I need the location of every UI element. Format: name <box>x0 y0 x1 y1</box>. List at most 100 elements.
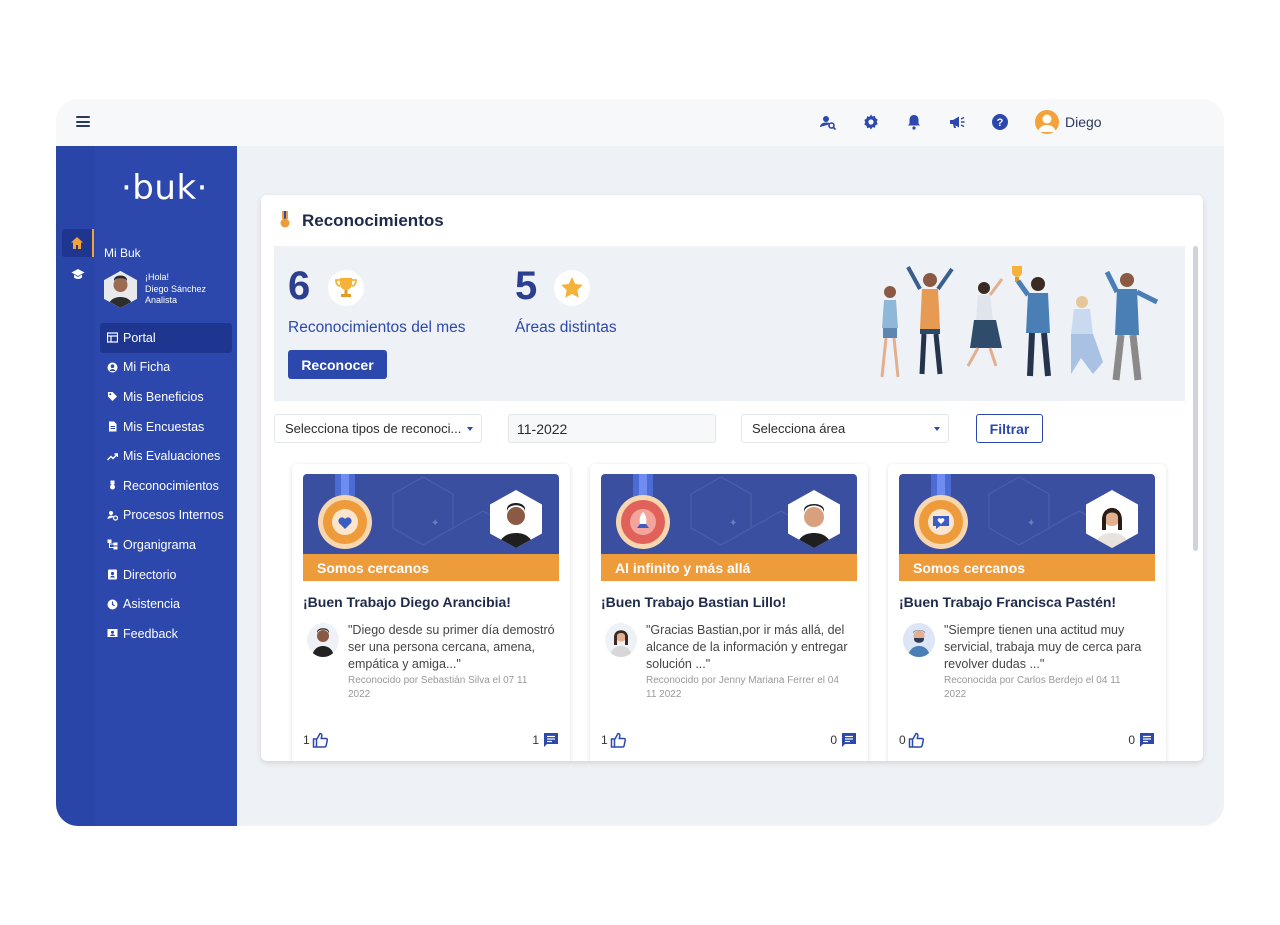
like-button[interactable]: 1 <box>601 732 626 748</box>
like-count: 1 <box>303 733 310 747</box>
profile-card: ¡Hola! Diego Sánchez Analista <box>104 271 206 308</box>
user-name: Diego <box>1065 114 1102 130</box>
sidebar-item-asistencia[interactable]: Asistencia <box>100 589 232 619</box>
sidebar-item-label: Asistencia <box>123 597 180 612</box>
sidebar-item-mis-encuestas[interactable]: Mis Encuestas <box>100 412 232 442</box>
comment-count: 0 <box>830 733 837 747</box>
sidebar-item-label: Organigrama <box>123 537 196 552</box>
recognition-quote: "Diego desde su primer día demostró ser … <box>348 623 555 671</box>
recognition-category: Al infinito y más allá <box>601 554 857 581</box>
like-count: 0 <box>899 733 906 747</box>
recognition-author: Reconocida por Carlos Berdejo el 04 11 2… <box>944 675 1121 700</box>
gear-icon[interactable] <box>862 113 880 131</box>
star-icon <box>554 270 590 306</box>
recognition-type-select-value: Selecciona tipos de reconoci... <box>285 421 462 436</box>
user-menu[interactable]: Diego <box>1035 110 1102 134</box>
sidebar-item-label: Reconocimientos <box>123 478 219 493</box>
profile-name: Diego Sánchez <box>145 283 207 294</box>
avatar <box>605 623 637 657</box>
sidebar-item-mis-beneficios[interactable]: Mis Beneficios <box>100 382 232 412</box>
area-select[interactable]: Selecciona área <box>741 414 949 443</box>
comment-icon <box>842 733 856 747</box>
sidebar-item-mi-ficha[interactable]: Mi Ficha <box>100 353 232 383</box>
sidebar-item-label: Directorio <box>123 567 177 582</box>
comment-icon <box>544 733 558 747</box>
sidebar: ·buk· Mi Buk ¡Hola! Diego Sánchez Analis… <box>95 146 237 826</box>
thumbs-up-icon <box>312 732 328 748</box>
home-icon[interactable] <box>62 229 94 257</box>
like-button[interactable]: 0 <box>899 732 924 748</box>
sidebar-item-label: Procesos Internos <box>123 508 224 523</box>
buk-logo: ·buk· <box>121 168 208 208</box>
sidebar-item-label: Mis Evaluaciones <box>123 449 221 464</box>
recognition-category: Somos cercanos <box>303 554 559 581</box>
sidebar-item-label: Feedback <box>123 626 178 641</box>
filter-button[interactable]: Filtrar <box>976 414 1043 443</box>
sidebar-item-organigrama[interactable]: Organigrama <box>100 530 232 560</box>
profile-role: Analista <box>145 295 178 306</box>
comment-button[interactable]: 0 <box>1128 732 1155 748</box>
recognition-author: Reconocido por Jenny Mariana Ferrer el 0… <box>646 675 839 700</box>
scrollbar[interactable] <box>1193 246 1198 551</box>
recognition-title: ¡Buen Trabajo Francisca Pastén! <box>899 594 1117 610</box>
sidebar-item-portal[interactable]: Portal <box>100 323 232 353</box>
stat-areas-label: Áreas distintas <box>515 319 617 336</box>
thumbs-up-icon <box>908 732 924 748</box>
comment-button[interactable]: 0 <box>830 732 857 748</box>
chevron-down-icon <box>934 427 940 431</box>
month-input[interactable]: 11-2022 <box>508 414 716 443</box>
recognition-type-select[interactable]: Selecciona tipos de reconoci... <box>274 414 482 443</box>
sidebar-item-reconocimientos[interactable]: Reconocimientos <box>100 471 232 501</box>
trending-icon <box>107 452 118 461</box>
stat-recognitions-value: 6 <box>288 264 311 308</box>
stat-recognitions-label: Reconocimientos del mes <box>288 319 466 336</box>
avatar <box>104 271 137 308</box>
help-icon[interactable]: ? <box>991 113 1009 131</box>
recognition-banner: ✦ Somos cercanos <box>899 474 1155 581</box>
tag-icon <box>108 392 117 402</box>
portal-icon <box>107 332 118 343</box>
graduation-cap-icon[interactable] <box>62 260 94 288</box>
avatar <box>307 623 339 657</box>
recognition-banner: ✦ Al infinito y más allá <box>601 474 857 581</box>
megaphone-icon[interactable] <box>948 113 966 131</box>
page-title: Reconocimientos <box>302 211 444 230</box>
recognitions-panel: Reconocimientos 6 Reconocimientos del me… <box>261 195 1203 761</box>
sidebar-item-procesos-internos[interactable]: Procesos Internos <box>100 501 232 531</box>
svg-text:✦: ✦ <box>1027 518 1035 529</box>
thumbs-up-icon <box>610 732 626 748</box>
medal-icon <box>280 211 290 228</box>
svg-text:?: ? <box>997 117 1004 129</box>
users-cog-icon <box>107 510 118 521</box>
document-icon <box>109 421 117 432</box>
org-chart-icon <box>107 539 118 550</box>
recognition-author: Reconocido por Sebastián Silva el 07 11 … <box>348 675 528 700</box>
sidebar-nav: Portal Mi Ficha Mis Beneficios Mis Encue… <box>100 323 232 649</box>
medal-badge-icon <box>318 474 372 549</box>
sidebar-item-feedback[interactable]: Feedback <box>100 619 232 649</box>
area-select-value: Selecciona área <box>752 421 846 436</box>
sidebar-item-mis-evaluaciones[interactable]: Mis Evaluaciones <box>100 441 232 471</box>
hamburger-menu-icon[interactable] <box>76 116 90 127</box>
user-circle-icon <box>107 362 118 373</box>
recognition-quote: "Siempre tienen una actitud muy servicia… <box>944 623 1142 671</box>
recognition-title: ¡Buen Trabajo Diego Arancibia! <box>303 594 511 610</box>
recognition-card[interactable]: ✦ Somos cercanos ¡Buen Trabajo Francisca… <box>888 464 1166 761</box>
recognition-card[interactable]: ✦ Somos cercanos ¡Buen Trabajo Diego Ara… <box>292 464 570 761</box>
trophy-icon <box>328 270 364 306</box>
comment-button[interactable]: 1 <box>532 732 559 748</box>
reconocer-button[interactable]: Reconocer <box>288 350 387 379</box>
bell-icon[interactable] <box>905 113 923 131</box>
sidebar-section-title: Mi Buk <box>104 246 141 260</box>
recognition-category: Somos cercanos <box>899 554 1155 581</box>
sidebar-item-directorio[interactable]: Directorio <box>100 560 232 590</box>
profile-greeting: ¡Hola! <box>145 272 170 283</box>
recognition-title: ¡Buen Trabajo Bastian Lillo! <box>601 594 787 610</box>
celebration-illustration <box>880 266 1159 381</box>
sidebar-item-label: Mis Beneficios <box>123 389 204 404</box>
people-search-icon[interactable] <box>819 113 837 131</box>
like-button[interactable]: 1 <box>303 732 328 748</box>
summary-banner: 6 Reconocimientos del mes 5 Áreas distin… <box>274 246 1185 401</box>
top-bar: ? Diego <box>56 99 1224 146</box>
recognition-card[interactable]: ✦ Al infinito y más allá ¡Buen Trabajo B… <box>590 464 868 761</box>
